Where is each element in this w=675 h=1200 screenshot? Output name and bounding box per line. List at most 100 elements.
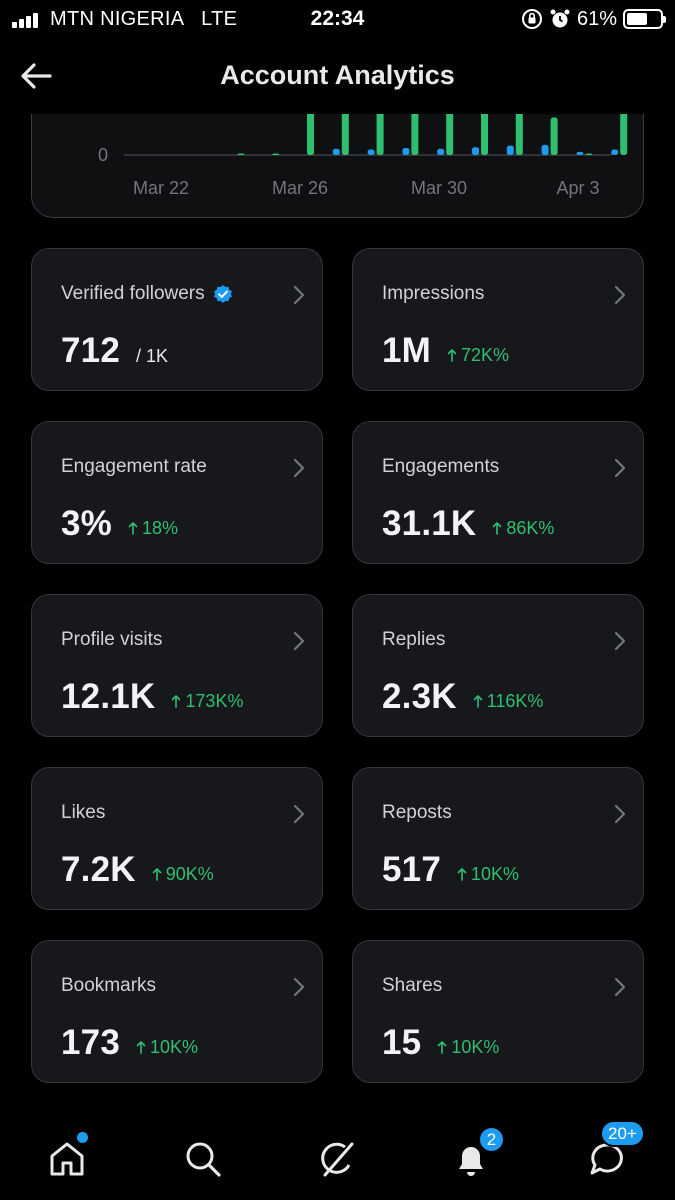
search-icon (186, 1142, 221, 1177)
stat-card-label: Bookmarks (61, 975, 157, 996)
stat-card-delta: 10K% (136, 1037, 198, 1058)
stat-card-delta: 86K% (492, 518, 554, 539)
chart-bar (367, 149, 375, 155)
stat-card-label: Engagement rate (61, 456, 207, 477)
chevron-right-icon (293, 977, 305, 997)
stat-card-value-row: 712 / 1K (61, 331, 168, 371)
stat-card[interactable]: Reposts 517 10K% (352, 767, 644, 910)
nav-search[interactable] (178, 1134, 228, 1184)
stat-card-label: Impressions (382, 283, 485, 304)
chevron-right-icon (293, 631, 305, 651)
stat-card-label: Shares (382, 975, 443, 996)
chart-bar (402, 147, 410, 155)
chart-bar (506, 145, 514, 155)
nav-messages[interactable]: 20+ (582, 1120, 645, 1184)
stat-card[interactable]: Verified followers 712 / 1K (31, 248, 323, 391)
stat-card-value-row: 173 10K% (61, 1023, 198, 1063)
chart-bar (332, 148, 340, 155)
stat-card-delta: 173K% (171, 691, 243, 712)
stat-card-delta-value: 173K% (185, 690, 244, 711)
chart-bar (272, 153, 280, 155)
nav-grok[interactable] (312, 1134, 362, 1184)
stat-card-delta-value: 10K% (150, 1036, 199, 1057)
stat-card-delta: 10K% (457, 864, 519, 885)
chevron-right-icon (293, 458, 305, 478)
chart-bar (481, 108, 488, 155)
chart-bar (437, 148, 445, 155)
stat-card-goal: / 1K (136, 346, 169, 366)
stat-card-value: 1M (382, 331, 432, 370)
stat-card-label-row: Engagements (382, 456, 499, 478)
messages-badge: 20+ (600, 1120, 645, 1147)
stat-card-delta-value: 86K% (506, 517, 555, 538)
arrow-up-icon (172, 695, 181, 708)
x-tick-label: Mar 26 (272, 178, 328, 198)
stat-card-value: 517 (382, 850, 441, 889)
battery-percent: 61% (576, 7, 617, 30)
stat-card-label: Verified followers (61, 283, 205, 304)
chart-bar (515, 108, 523, 155)
chart-bar (472, 147, 479, 155)
stat-card-delta-value: 72K% (461, 344, 510, 365)
stat-card-label-row: Profile visits (61, 629, 162, 651)
x-tick-label: Mar 22 (133, 178, 189, 198)
stat-card[interactable]: Profile visits 12.1K 173K% (31, 594, 323, 737)
stat-card-label-row: Replies (382, 629, 445, 651)
stat-card-label: Reposts (382, 802, 452, 823)
stat-card-value: 7.2K (61, 850, 136, 889)
chevron-right-icon (614, 631, 626, 651)
chart-bar (611, 149, 619, 155)
stat-card[interactable]: Shares 15 10K% (352, 940, 644, 1083)
stat-card-label-row: Engagement rate (61, 456, 207, 478)
stat-card[interactable]: Likes 7.2K 90K% (31, 767, 323, 910)
stat-card[interactable]: Impressions 1M 72K% (352, 248, 644, 391)
arrow-up-icon (438, 1041, 447, 1054)
nav-notifications[interactable]: 2 (446, 1126, 505, 1184)
verified-badge-icon (213, 285, 232, 303)
chevron-right-icon (614, 804, 626, 824)
nav-home[interactable] (42, 1132, 92, 1184)
stat-card[interactable]: Replies 2.3K 116K% (352, 594, 644, 737)
stat-card-value-row: 7.2K 90K% (61, 850, 214, 890)
chart-bar (237, 153, 245, 155)
stat-card-delta: 10K% (437, 1037, 499, 1058)
arrow-up-icon (152, 868, 162, 881)
stat-card-label: Engagements (382, 456, 500, 477)
stat-card-delta: 72K% (447, 345, 509, 366)
arrow-up-icon (128, 522, 138, 535)
chart-bar (541, 144, 549, 155)
chevron-right-icon (614, 458, 626, 478)
header: Account Analytics (0, 40, 675, 114)
stat-card-label: Replies (382, 629, 446, 650)
home-icon (50, 1142, 84, 1176)
stat-card-label-row: Impressions (382, 283, 484, 305)
chart-bar (341, 108, 349, 155)
status-right: 61% (521, 6, 666, 32)
stat-card-label-row: Bookmarks (61, 975, 156, 997)
stat-card-value-row: 31.1K 86K% (382, 504, 554, 544)
battery-icon (623, 9, 666, 29)
stat-card-delta: 18% (128, 518, 178, 539)
chart-bar (585, 153, 593, 155)
notifications-badge: 2 (478, 1126, 505, 1153)
stat-card-value: 173 (61, 1023, 120, 1062)
page-title: Account Analytics (220, 60, 455, 90)
stat-card-value: 712 (61, 331, 120, 370)
alarm-icon (550, 9, 570, 28)
chart-bar (446, 108, 454, 155)
stat-card-value-row: 12.1K 173K% (61, 677, 243, 717)
stat-card-value: 31.1K (382, 504, 477, 543)
stat-card[interactable]: Bookmarks 173 10K% (31, 940, 323, 1083)
stat-card-value-row: 2.3K 116K% (382, 677, 543, 717)
home-unread-dot (77, 1132, 88, 1143)
arrow-up-icon (493, 522, 502, 535)
chart-bar (620, 108, 628, 155)
x-tick-label: Apr 3 (556, 178, 599, 198)
stat-card-delta-value: 10K% (471, 863, 520, 884)
stat-card[interactable]: Engagements 31.1K 86K% (352, 421, 644, 564)
chart-bar (411, 108, 419, 155)
chevron-right-icon (614, 285, 626, 305)
chart-bar (576, 151, 584, 155)
stat-card-value-row: 1M 72K% (382, 331, 509, 371)
stat-card[interactable]: Engagement rate 3% 18% (31, 421, 323, 564)
